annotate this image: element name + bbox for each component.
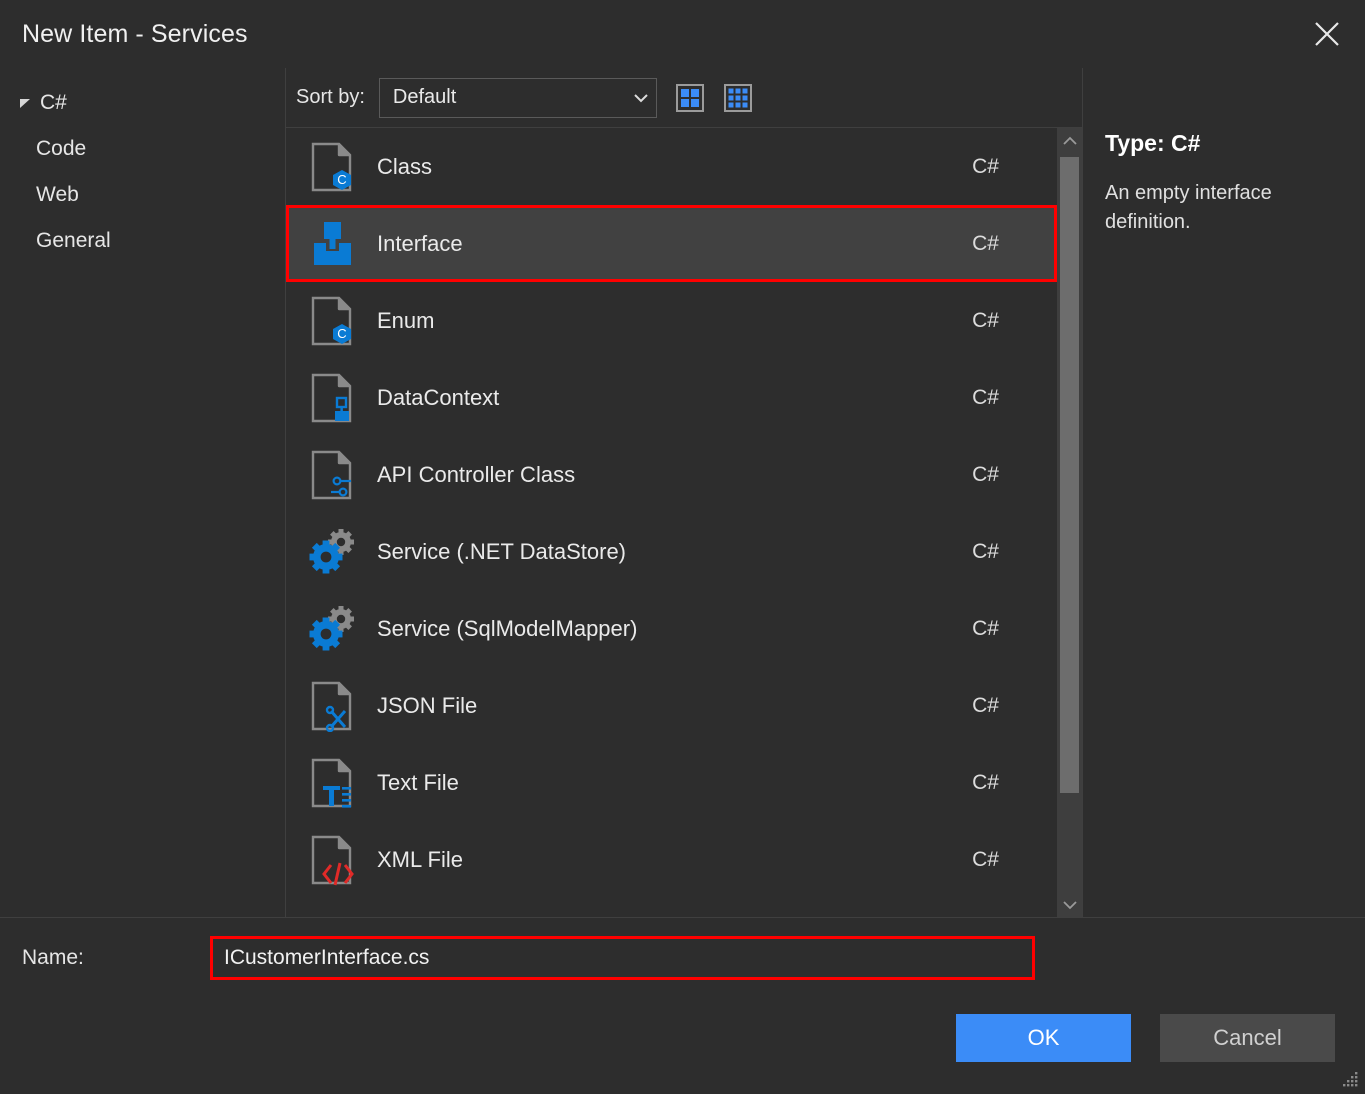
- small-icons-view-icon[interactable]: [723, 83, 753, 113]
- api-controller-icon: [301, 447, 363, 503]
- sort-by-label: Sort by:: [296, 86, 365, 108]
- template-name: XML File: [377, 846, 463, 872]
- table-row[interactable]: Interface C#: [286, 205, 1057, 282]
- table-row[interactable]: DataContext C#: [286, 359, 1057, 436]
- template-language: C#: [972, 693, 999, 717]
- sidebar-item-label: C#: [40, 91, 67, 114]
- table-row[interactable]: XML File C#: [286, 821, 1057, 898]
- csharp-file-icon: C: [301, 139, 363, 195]
- dialog-buttons: OK Cancel: [0, 998, 1365, 1094]
- table-row[interactable]: C Enum C#: [286, 282, 1057, 359]
- sidebar-item-label: Web: [36, 183, 79, 206]
- name-input[interactable]: ICustomerInterface.cs: [210, 936, 1035, 980]
- table-row[interactable]: [286, 898, 1057, 917]
- svg-text:C: C: [337, 326, 346, 341]
- template-language: C#: [972, 539, 999, 563]
- ok-button[interactable]: OK: [956, 1014, 1131, 1062]
- csharp-file-icon: C: [301, 293, 363, 349]
- scroll-down-icon[interactable]: [1057, 892, 1082, 917]
- template-language: C#: [972, 308, 999, 332]
- name-input-value: ICustomerInterface.cs: [224, 946, 430, 969]
- datacontext-icon: [301, 370, 363, 426]
- table-row[interactable]: Text File C#: [286, 744, 1057, 821]
- sidebar-item-general[interactable]: General: [0, 218, 285, 264]
- details-description: An empty interface definition.: [1105, 182, 1272, 233]
- template-language: C#: [972, 770, 999, 794]
- sidebar-item-label: Code: [36, 137, 87, 160]
- template-name: Service (SqlModelMapper): [377, 615, 638, 641]
- template-name: Class: [377, 153, 433, 179]
- name-row: Name: ICustomerInterface.cs: [0, 918, 1365, 998]
- template-name: DataContext: [377, 384, 500, 410]
- templates-panel: Sort by: Default C Class C# Interface C#…: [285, 68, 1083, 917]
- page-title: New Item - Services: [22, 19, 248, 48]
- json-file-icon: [301, 678, 363, 734]
- chevron-down-icon: [16, 94, 34, 112]
- resize-grip-icon[interactable]: [1341, 1070, 1359, 1088]
- template-language: C#: [972, 231, 999, 255]
- table-row[interactable]: Service (SqlModelMapper) C#: [286, 590, 1057, 667]
- gears-icon: [301, 524, 363, 580]
- template-language: C#: [972, 385, 999, 409]
- scrollbar-track[interactable]: [1057, 153, 1082, 892]
- scroll-up-icon[interactable]: [1057, 128, 1082, 153]
- template-language: C#: [972, 154, 999, 178]
- cancel-button[interactable]: Cancel: [1160, 1014, 1335, 1062]
- templates-list-area: C Class C# Interface C# C Enum C# DataCo…: [286, 128, 1082, 917]
- table-row[interactable]: JSON File C#: [286, 667, 1057, 744]
- sort-by-value: Default: [392, 86, 457, 108]
- sidebar-item-web[interactable]: Web: [0, 172, 285, 218]
- sidebar-item-code[interactable]: Code: [0, 126, 285, 172]
- partial-item-icon: [301, 898, 363, 917]
- table-row[interactable]: Service (.NET DataStore) C#: [286, 513, 1057, 590]
- title-bar: New Item - Services: [0, 0, 1365, 68]
- template-name: Text File: [377, 769, 459, 795]
- template-name: Interface: [377, 230, 463, 256]
- xml-file-icon: [301, 832, 363, 888]
- template-name: Service (.NET DataStore): [377, 538, 627, 564]
- template-language: C#: [972, 616, 999, 640]
- gears-icon: [301, 601, 363, 657]
- text-file-icon: [301, 755, 363, 811]
- template-name: API Controller Class: [377, 461, 576, 487]
- templates-list: C Class C# Interface C# C Enum C# DataCo…: [286, 128, 1057, 917]
- template-language: C#: [972, 847, 999, 871]
- interface-icon: [301, 216, 363, 272]
- dialog-body: C# Code Web General Sort by: Default C C…: [0, 68, 1365, 917]
- svg-text:C: C: [337, 172, 346, 187]
- new-item-dialog: New Item - Services C# Code Web General …: [0, 0, 1365, 1094]
- scrollbar-thumb[interactable]: [1060, 157, 1079, 793]
- list-scrollbar[interactable]: [1057, 128, 1082, 917]
- table-row[interactable]: C Class C#: [286, 128, 1057, 205]
- template-language: C#: [972, 462, 999, 486]
- category-tree: C# Code Web General: [0, 68, 285, 917]
- table-row[interactable]: API Controller Class C#: [286, 436, 1057, 513]
- sidebar-item-csharp[interactable]: C#: [0, 80, 285, 126]
- chevron-down-icon: [626, 88, 656, 108]
- sidebar-item-label: General: [36, 229, 111, 252]
- list-toolbar: Sort by: Default: [286, 68, 1082, 128]
- sort-by-select[interactable]: Default: [378, 77, 657, 118]
- template-name: JSON File: [377, 692, 478, 718]
- template-name: Enum: [377, 307, 435, 333]
- details-type: Type: C#: [1105, 130, 1201, 156]
- details-panel: Type: C# An empty interface definition.: [1083, 68, 1365, 917]
- large-icons-view-icon[interactable]: [675, 83, 705, 113]
- name-label: Name:: [22, 946, 84, 969]
- close-icon[interactable]: [1289, 0, 1365, 68]
